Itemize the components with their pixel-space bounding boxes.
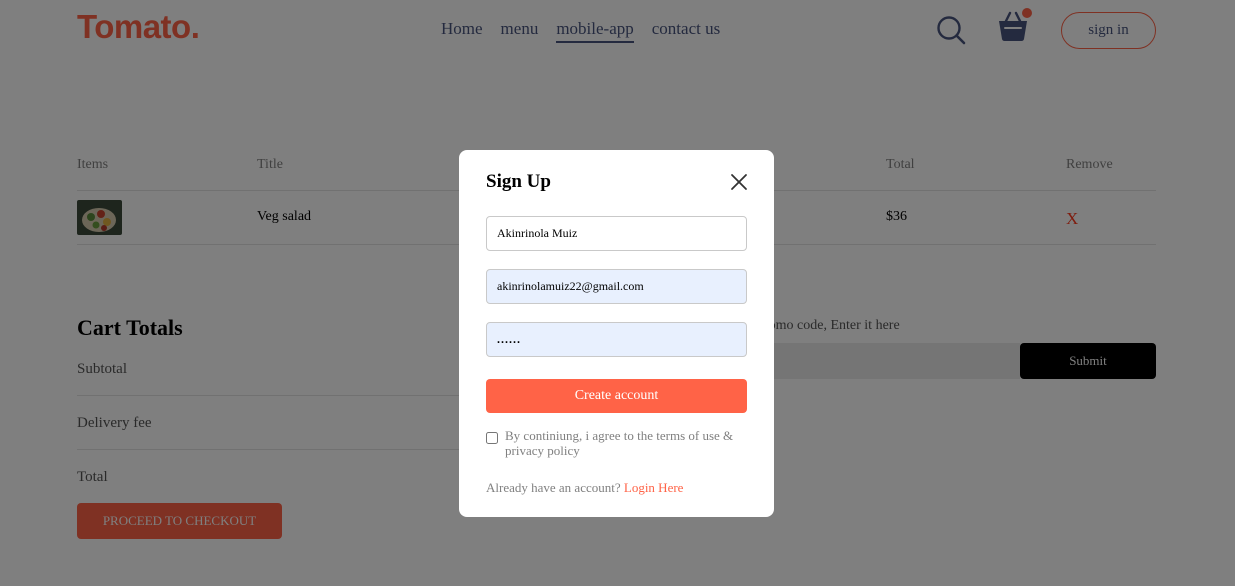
popup-title: Sign Up (486, 171, 551, 192)
name-field[interactable] (486, 216, 747, 251)
terms-checkbox[interactable] (486, 432, 498, 444)
close-icon[interactable] (729, 172, 749, 192)
create-account-button[interactable]: Create account (486, 379, 747, 413)
sign-up-popup: Sign Up Create account By continiung, i … (459, 150, 774, 517)
email-field[interactable] (486, 269, 747, 304)
login-here-link[interactable]: Login Here (624, 480, 684, 495)
terms-text: By continiung, i agree to the terms of u… (505, 428, 734, 458)
password-field[interactable] (486, 322, 747, 357)
already-have-account-text: Already have an account? (486, 480, 621, 495)
login-prompt: Already have an account? Login Here (486, 480, 683, 496)
